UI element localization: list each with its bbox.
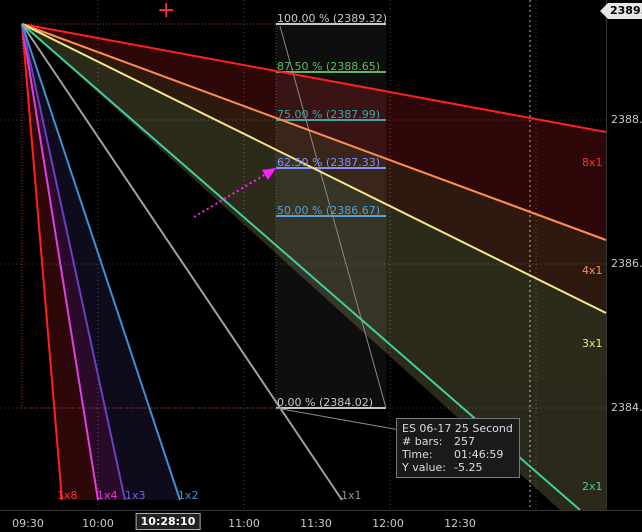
fib-label-50: 50.00 % (2386.67) — [277, 204, 381, 217]
fib-label-62-5: 62.50 % (2387.33) — [277, 156, 381, 169]
tooltip-title: ES 06-17 25 Second — [402, 422, 513, 435]
tooltip-row: Time: 01:46:59 — [402, 448, 504, 461]
time-label: 11:30 — [300, 517, 332, 530]
fan-label-4x1: 4x1 — [582, 264, 603, 277]
crosshair-plus-icon: + — [157, 0, 176, 23]
time-axis[interactable]: 09:30 10:00 11:00 11:30 12:00 12:30 10:2… — [0, 510, 642, 532]
fib-label-87-5: 87.50 % (2388.65) — [277, 60, 381, 73]
fib-label-0: 0.00 % (2384.02) — [277, 396, 374, 409]
fan-label-1x3: 1x3 — [125, 489, 146, 502]
price-label: 2386. — [611, 257, 642, 270]
price-axis[interactable]: 2388. 2386. 2384. — [606, 0, 642, 510]
cursor-time-label: 10:28:10 — [135, 513, 201, 530]
price-label: 2388. — [611, 113, 642, 126]
time-label: 09:30 — [12, 517, 44, 530]
fan-label-1x1: 1x1 — [341, 489, 362, 502]
fan-label-3x1: 3x1 — [582, 337, 603, 350]
last-price-badge: 2389. — [600, 3, 642, 19]
fan-label-8x1: 8x1 — [582, 156, 603, 169]
fan-label-1x8: 1x8 — [57, 489, 78, 502]
time-label: 12:30 — [444, 517, 476, 530]
tooltip-row: Y value: -5.25 — [402, 461, 483, 474]
fib-label-75: 75.00 % (2387.99) — [277, 108, 381, 121]
time-label: 10:00 — [82, 517, 114, 530]
fan-label-2x1: 2x1 — [582, 480, 603, 493]
data-tooltip: ES 06-17 25 Second # bars: 257 Time: 01:46… — [396, 418, 520, 478]
fan-label-1x2: 1x2 — [178, 489, 199, 502]
fib-label-100: 100.00 % (2389.32) — [277, 12, 388, 25]
fan-label-1x4: 1x4 — [97, 489, 118, 502]
time-label: 12:00 — [372, 517, 404, 530]
tooltip-row: # bars: 257 — [402, 435, 475, 448]
time-label: 11:00 — [228, 517, 260, 530]
price-label: 2384. — [611, 401, 642, 414]
